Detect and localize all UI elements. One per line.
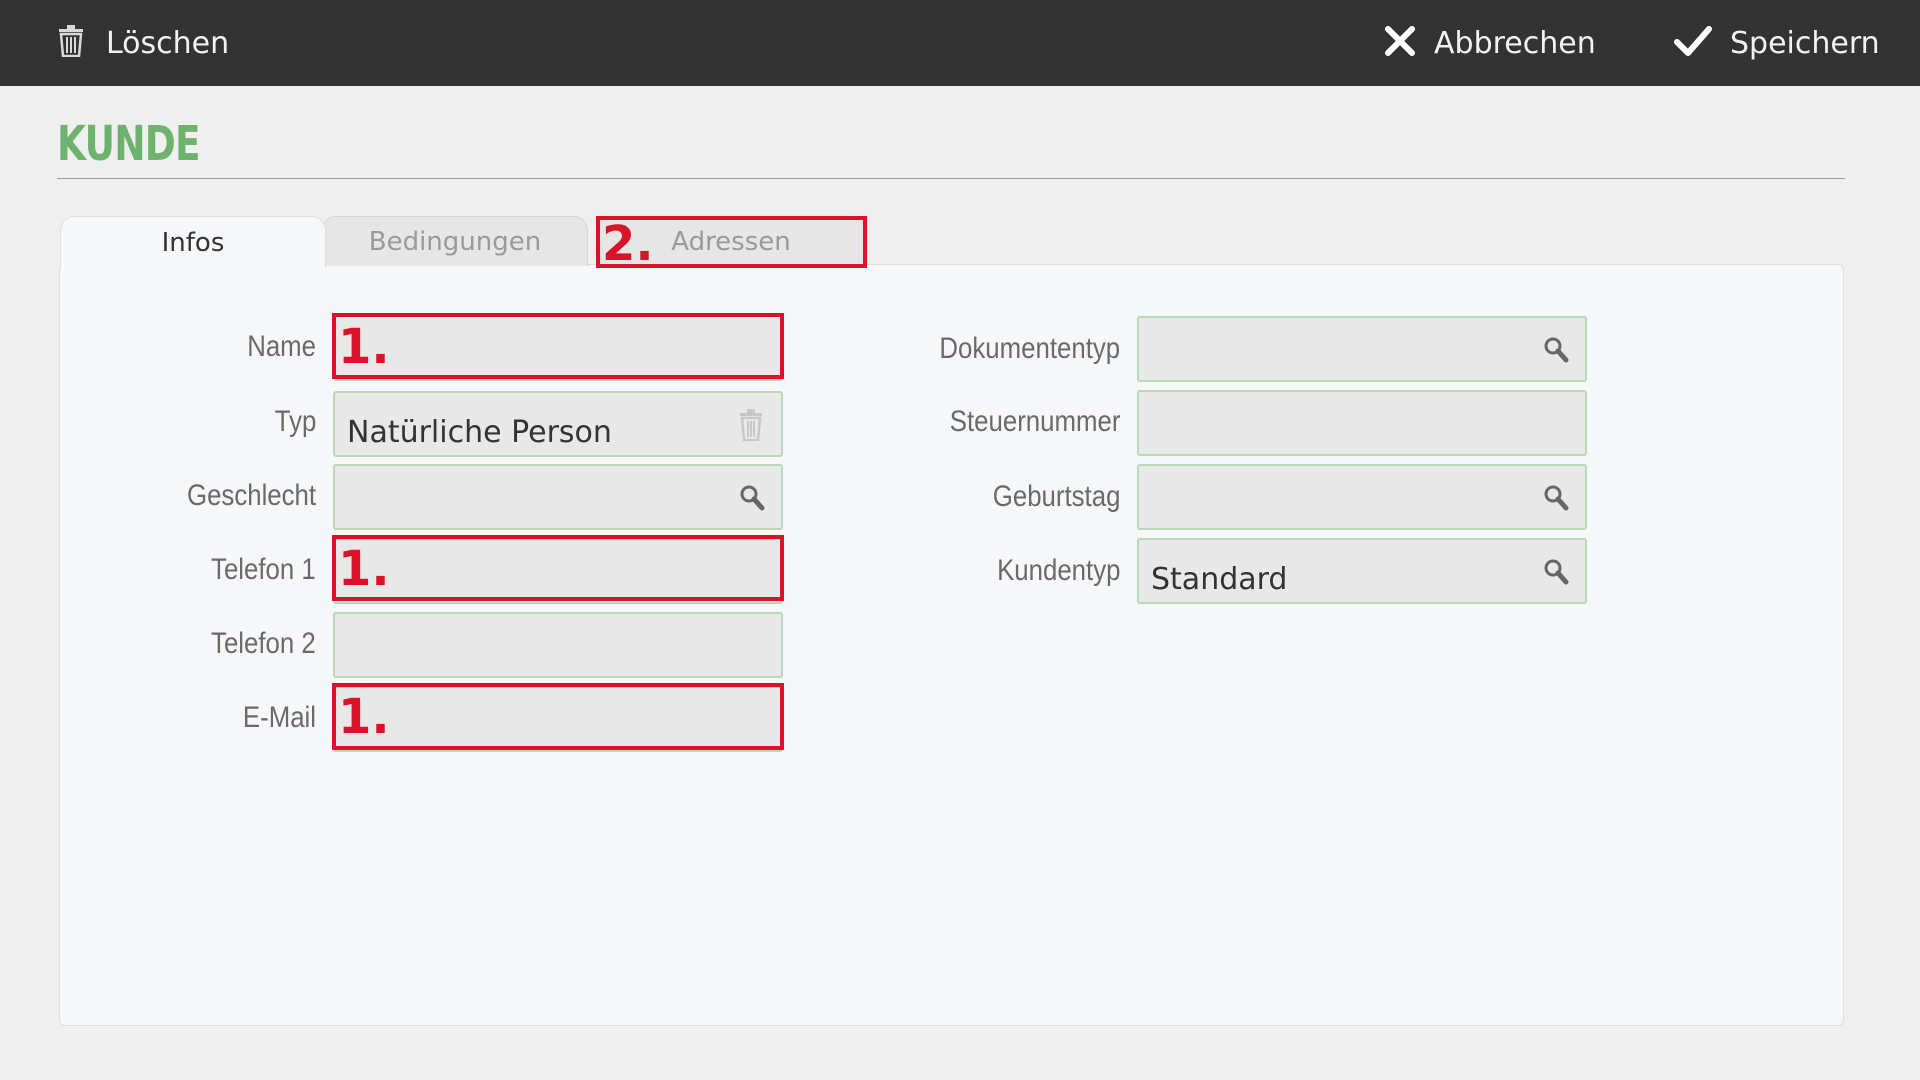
search-icon[interactable] [1543, 484, 1569, 517]
typ-value: Natürliche Person [347, 415, 612, 450]
telefon1-field[interactable] [333, 538, 783, 604]
name-label: Name [247, 330, 316, 363]
annotation-number: 1. [338, 541, 390, 597]
tab-bedingungen[interactable]: Bedingungen [322, 216, 588, 266]
checkmark-icon [1674, 25, 1712, 62]
save-button[interactable]: Speichern [1674, 0, 1880, 86]
title-divider [57, 178, 1845, 179]
name-field[interactable] [333, 315, 783, 381]
search-icon[interactable] [1543, 558, 1569, 591]
delete-label: Löschen [106, 25, 230, 61]
kundentyp-field[interactable]: Standard [1137, 538, 1587, 604]
steuernummer-label: Steuernummer [949, 405, 1120, 438]
telefon2-label: Telefon 2 [211, 627, 316, 660]
kundentyp-label: Kundentyp [996, 554, 1120, 587]
tab-infos[interactable]: Infos [60, 216, 326, 268]
geschlecht-label: Geschlecht [186, 479, 316, 512]
geburtstag-label: Geburtstag [992, 480, 1120, 513]
email-field[interactable] [333, 686, 783, 752]
annotation-number: 1. [338, 319, 390, 375]
typ-field[interactable]: Natürliche Person [333, 391, 783, 457]
trash-icon [58, 24, 84, 62]
top-toolbar: Löschen Abbrechen Speichern [0, 0, 1920, 86]
typ-label: Typ [274, 405, 316, 438]
dokumententyp-field[interactable] [1137, 316, 1587, 382]
search-icon[interactable] [1543, 336, 1569, 369]
email-label: E-Mail [242, 701, 316, 734]
geburtstag-field[interactable] [1137, 464, 1587, 530]
cancel-label: Abbrechen [1434, 25, 1596, 61]
telefon2-field[interactable] [333, 612, 783, 678]
cancel-button[interactable]: Abbrechen [1384, 0, 1596, 86]
geschlecht-field[interactable] [333, 464, 783, 530]
kundentyp-value: Standard [1151, 562, 1288, 597]
dokumententyp-label: Dokumententyp [939, 332, 1120, 365]
save-label: Speichern [1730, 25, 1880, 61]
annotation-number: 1. [338, 689, 390, 745]
search-icon[interactable] [739, 484, 765, 517]
steuernummer-field[interactable] [1137, 390, 1587, 456]
annotation-number: 2. [602, 216, 654, 272]
page-title: KUNDE [57, 116, 201, 172]
delete-button[interactable]: Löschen [58, 0, 229, 86]
close-icon [1384, 25, 1416, 62]
trash-icon[interactable] [739, 409, 763, 446]
telefon1-label: Telefon 1 [211, 553, 316, 586]
